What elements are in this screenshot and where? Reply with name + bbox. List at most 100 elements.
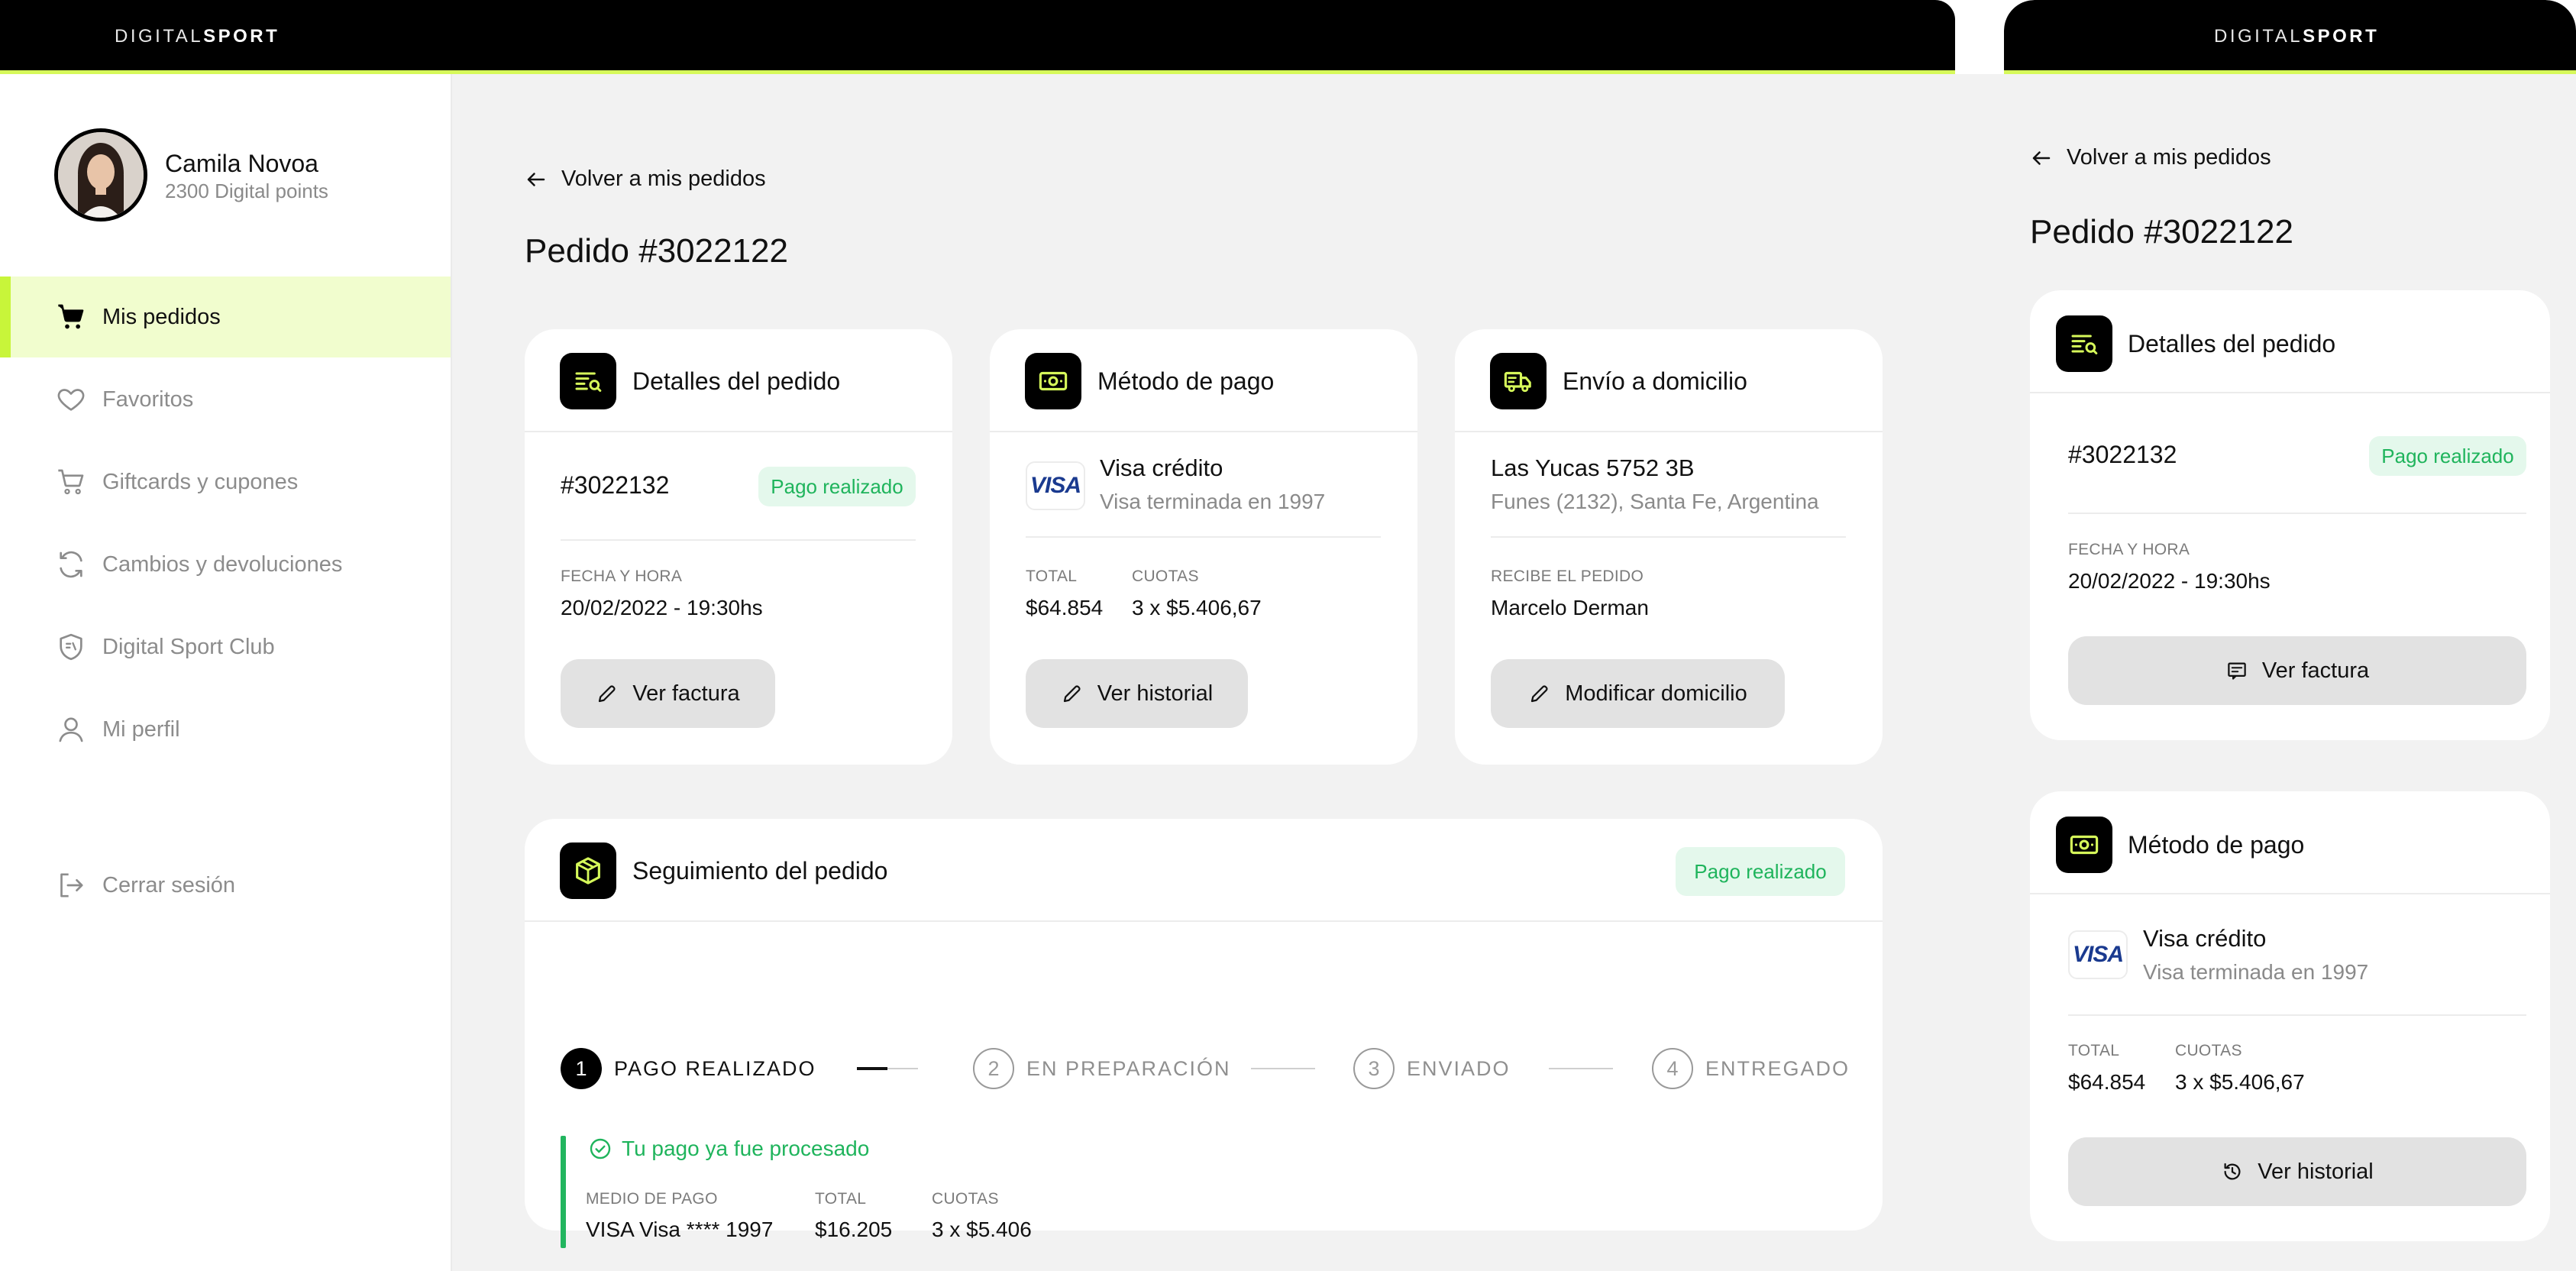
order-details-card: Detalles del pedido #3022132 Pago realiz… [525,329,952,765]
receipt-icon [2228,662,2246,680]
step-label: ENTREGADO [1705,1056,1850,1080]
step-connector-progress [857,1067,887,1070]
mobile-header: DIGITALSPORT [2004,0,2576,74]
avatar[interactable] [54,128,147,222]
payment-method-card: Método de pago VISA Visa crédito Visa te… [2030,791,2550,1241]
cart-icon [55,301,87,333]
mobile-view: DIGITALSPORT Volver a mis pedidos Pedido… [2004,0,2576,1271]
medio-value: VISA Visa **** 1997 [586,1218,774,1241]
order-details-card: Detalles del pedido #3022132 Pago realiz… [2030,290,2550,740]
card-title: Seguimiento del pedido [632,857,888,885]
visa-logo: VISA [1026,461,1085,510]
divider [561,539,916,541]
step-label: ENVIADO [1407,1056,1511,1080]
sidebar-item-label: Digital Sport Club [102,634,275,659]
logout-button[interactable]: Cerrar sesión [0,845,451,926]
date-value: 20/02/2022 - 19:30hs [561,596,763,619]
sidebar-item-cambios[interactable]: Cambios y devoluciones [0,524,451,605]
back-link[interactable]: Volver a mis pedidos [525,167,766,192]
cash-icon [1025,353,1081,409]
truck-icon [1490,353,1547,409]
receiver-label: RECIBE EL PEDIDO [1491,568,1644,585]
step-label: PAGO REALIZADO [614,1056,816,1080]
receipt-search-icon [2056,315,2112,372]
sidebar-item-label: Giftcards y cupones [102,469,299,494]
status-badge: Pago realizado [758,467,916,506]
back-link[interactable]: Volver a mis pedidos [2030,145,2271,170]
cuotas-label: CUOTAS [2175,1042,2242,1059]
brand-bold-text: SPORT [203,26,280,47]
pencil-icon [1063,685,1081,703]
date-value: 20/02/2022 - 19:30hs [2068,569,2271,593]
date-label: FECHA Y HORA [2068,541,2190,558]
brand-light-text: DIGITAL [115,26,204,47]
shield-icon [55,631,87,663]
card-header: Método de pago [2030,791,2550,894]
sidebar-item-label: Mis pedidos [102,304,221,329]
status-badge: Pago realizado [1676,847,1845,896]
card-header: Envío a domicilio [1455,329,1883,432]
step-connector [1549,1068,1613,1069]
modificar-domicilio-button[interactable]: Modificar domicilio [1491,659,1785,728]
ver-historial-button[interactable]: Ver historial [1026,659,1248,728]
card-title: Método de pago [2128,831,2305,859]
button-label: Modificar domicilio [1565,681,1747,706]
step-number: 2 [973,1048,1014,1089]
back-link-label: Volver a mis pedidos [561,167,766,191]
history-icon [2224,1163,2241,1180]
logout-icon [55,869,87,901]
page-title: Pedido #3022122 [525,232,788,270]
receiver-value: Marcelo Derman [1491,596,1649,619]
arrow-left-icon [2032,150,2051,165]
avatar-portrait-icon [58,132,144,218]
check-circle-icon [590,1138,611,1159]
cuotas-label: CUOTAS [932,1190,999,1208]
receipt-search-icon [560,353,616,409]
total-value: $64.854 [2068,1070,2146,1094]
button-label: Ver historial [1097,681,1214,706]
payment-processed-message: Tu pago ya fue procesado [588,1137,869,1161]
step-label: EN PREPARACIÓN [1026,1056,1231,1080]
total-label: TOTAL [1026,568,1078,585]
sidebar-item-favoritos[interactable]: Favoritos [0,359,451,440]
card-header: Detalles del pedido [2030,290,2550,393]
card-header: Seguimiento del pedido Pago realizado [525,819,1883,922]
arrow-left-icon [527,172,545,186]
card-title: Detalles del pedido [2128,330,2336,357]
button-label: Ver historial [2258,1159,2374,1184]
sidebar-item-giftcards[interactable]: Giftcards y cupones [0,441,451,522]
step-pago-realizado: 1 PAGO REALIZADO [561,1048,816,1089]
shipping-city: Funes (2132), Santa Fe, Argentina [1491,490,1819,513]
cuotas-value: 3 x $5.406 [932,1218,1032,1241]
visa-logo: VISA [2068,930,2128,979]
card-name: Visa crédito [2143,925,2267,952]
pencil-icon [1531,685,1548,703]
divider [1491,536,1846,538]
divider [2068,1014,2526,1016]
ver-factura-button[interactable]: Ver factura [2068,636,2526,705]
ver-factura-button[interactable]: Ver factura [561,659,775,728]
payment-method-card: Método de pago VISA Visa crédito Visa te… [990,329,1417,765]
date-label: FECHA Y HORA [561,568,683,585]
sidebar-item-club[interactable]: Digital Sport Club [0,606,451,687]
user-points: 2300 Digital points [165,179,328,202]
medio-label: MEDIO DE PAGO [586,1190,718,1208]
status-accent-bar [561,1136,566,1248]
total-value: $16.205 [815,1218,893,1241]
card-title: Método de pago [1097,367,1275,395]
status-badge: Pago realizado [2369,436,2526,476]
brand-logo[interactable]: DIGITALSPORT [115,26,280,47]
step-enviado: 3 ENVIADO [1353,1048,1511,1089]
logout-label: Cerrar sesión [102,872,236,897]
ver-historial-button[interactable]: Ver historial [2068,1137,2526,1206]
button-label: Ver factura [632,681,740,706]
sidebar-item-perfil[interactable]: Mi perfil [0,689,451,770]
brand-bold-text: SPORT [2303,26,2380,47]
cash-icon [2056,817,2112,873]
total-label: TOTAL [2068,1042,2120,1059]
shipping-card: Envío a domicilio Las Yucas 5752 3B Fune… [1455,329,1883,765]
divider [1026,536,1381,538]
brand-logo[interactable]: DIGITALSPORT [2214,26,2379,47]
sidebar-item-mis-pedidos[interactable]: Mis pedidos [0,277,451,357]
cuotas-value: 3 x $5.406,67 [1132,596,1262,619]
